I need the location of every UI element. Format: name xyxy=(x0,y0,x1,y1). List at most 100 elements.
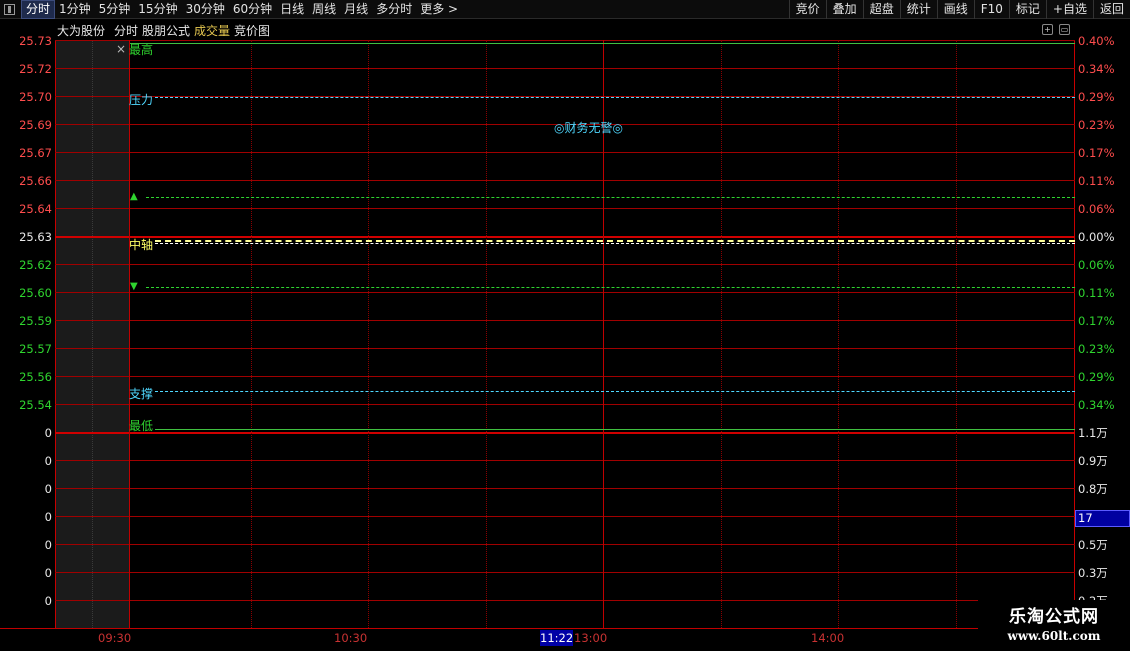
grid-line xyxy=(55,348,1075,349)
grid-line xyxy=(55,152,1075,153)
volume-tick: 0 xyxy=(44,594,52,608)
percent-tick: 0.34% xyxy=(1078,398,1115,412)
window-expand-icon[interactable]: ▭ xyxy=(1059,24,1070,35)
tab-5min[interactable]: 5分钟 xyxy=(95,0,135,19)
tab-15min[interactable]: 15分钟 xyxy=(134,0,181,19)
grid-line xyxy=(55,460,1075,461)
volume-scale-tick: 0.9万 xyxy=(1078,454,1108,468)
draw-line-button[interactable]: 画线 xyxy=(936,0,974,19)
period-toolbar: 分时 1分钟 5分钟 15分钟 30分钟 60分钟 日线 周线 月线 多分时 更… xyxy=(0,0,1130,19)
time-axis: 09:30 10:30 11:22 13:00 14:00 xyxy=(0,628,1130,651)
f10-button[interactable]: F10 xyxy=(973,0,1009,19)
grid-line xyxy=(55,40,1075,41)
time-tick: 13:00 xyxy=(574,631,608,645)
auction-chart-label[interactable]: 竞价图 xyxy=(234,22,270,39)
volume-tick: 0 xyxy=(44,454,52,468)
support-marker: 支撑 xyxy=(129,387,154,401)
grid-line xyxy=(55,516,1075,517)
grid-line xyxy=(55,68,1075,69)
time-tick: 10:30 xyxy=(334,631,368,645)
percent-tick: 0.11% xyxy=(1078,174,1115,188)
price-tick: 25.59 xyxy=(19,314,52,328)
back-button[interactable]: 返回 xyxy=(1092,0,1130,19)
percent-tick: 0.29% xyxy=(1078,370,1115,384)
price-tick: 25.73 xyxy=(19,34,52,48)
grid-line xyxy=(55,488,1075,489)
volume-tick: 0 xyxy=(44,482,52,496)
grid-line xyxy=(55,572,1075,573)
volume-scale-tick: 0.8万 xyxy=(1078,482,1108,496)
price-tick: 25.54 xyxy=(19,398,52,412)
overlay-button[interactable]: 叠加 xyxy=(825,0,863,19)
pane-divider xyxy=(55,432,1075,434)
price-tick: 25.62 xyxy=(19,258,52,272)
mid-axis-marker: 中轴 xyxy=(129,238,154,252)
period-tabs: 分时 1分钟 5分钟 15分钟 30分钟 60分钟 日线 周线 月线 多分时 更… xyxy=(0,0,462,19)
price-tick-base: 25.63 xyxy=(19,230,52,244)
price-tick: 25.56 xyxy=(19,370,52,384)
grid-vline xyxy=(956,40,957,628)
low-marker: 最低 xyxy=(129,419,154,433)
high-marker: 最高 xyxy=(129,43,154,57)
tab-weekly[interactable]: 周线 xyxy=(308,0,340,19)
sidebar-toggle-icon[interactable] xyxy=(4,4,15,15)
grid-vline xyxy=(251,40,252,628)
add-watchlist-button[interactable]: +自选 xyxy=(1045,0,1093,19)
volume-label[interactable]: 成交量 xyxy=(194,22,230,39)
grid-vline xyxy=(486,40,487,628)
lower-band-line xyxy=(146,287,1075,288)
percent-tick: 0.23% xyxy=(1078,342,1115,356)
super-order-button[interactable]: 超盘 xyxy=(862,0,900,19)
low-line xyxy=(155,429,1075,430)
tab-1min[interactable]: 1分钟 xyxy=(55,0,95,19)
auction-button[interactable]: 竞价 xyxy=(788,0,826,19)
percent-tick: 0.17% xyxy=(1078,314,1115,328)
grid-line xyxy=(55,600,1075,601)
percent-tick: 0.17% xyxy=(1078,146,1115,160)
tab-intraday[interactable]: 分时 xyxy=(21,0,56,19)
volume-scale-tick: 0.5万 xyxy=(1078,538,1108,552)
mark-button[interactable]: 标记 xyxy=(1008,0,1046,19)
watermark-url: www.60lt.com xyxy=(1007,629,1101,643)
price-tick: 25.60 xyxy=(19,286,52,300)
time-tick: 09:30 xyxy=(98,631,132,645)
grid-line xyxy=(55,292,1075,293)
tab-30min[interactable]: 30分钟 xyxy=(182,0,229,19)
volume-tick: 0 xyxy=(44,566,52,580)
tab-60min[interactable]: 60分钟 xyxy=(229,0,276,19)
volume-scale-tick: 1.1万 xyxy=(1078,426,1108,440)
financial-alert-text: ◎财务无警◎ xyxy=(554,121,623,135)
grid-line xyxy=(55,404,1075,405)
grid-vline xyxy=(721,40,722,628)
price-tick: 25.70 xyxy=(19,90,52,104)
volume-tick: 0 xyxy=(44,426,52,440)
price-tick: 25.64 xyxy=(19,202,52,216)
price-tick: 25.57 xyxy=(19,342,52,356)
cursor-value-badge: 17 xyxy=(1075,510,1130,527)
grid-line xyxy=(55,208,1075,209)
formula-label[interactable]: 股朋公式 xyxy=(142,22,190,39)
stock-name: 大为股份 xyxy=(57,24,106,38)
tab-more[interactable]: 更多 > xyxy=(416,0,462,19)
percent-tick: 0.34% xyxy=(1078,62,1115,76)
tab-monthly[interactable]: 月线 xyxy=(340,0,372,19)
zero-line xyxy=(55,236,1075,238)
time-tick: 14:00 xyxy=(811,631,845,645)
time-cursor-badge: 11:22 xyxy=(540,630,574,646)
statistics-button[interactable]: 统计 xyxy=(899,0,937,19)
tab-daily[interactable]: 日线 xyxy=(276,0,308,19)
chart-header: 大为股份 分时 股朋公式 成交量 竞价图 + ▭ xyxy=(0,20,1130,40)
auction-divider xyxy=(92,41,93,628)
window-restore-icon[interactable]: + xyxy=(1042,24,1053,35)
close-icon[interactable]: × xyxy=(116,42,126,56)
grid-line xyxy=(55,320,1075,321)
percent-tick: 0.06% xyxy=(1078,202,1115,216)
price-tick: 25.72 xyxy=(19,62,52,76)
percent-tick: 0.23% xyxy=(1078,118,1115,132)
view-mode-label[interactable]: 分时 xyxy=(114,22,138,39)
pressure-marker: 压力 xyxy=(129,93,154,107)
percent-tick: 0.11% xyxy=(1078,286,1115,300)
grid-line xyxy=(55,180,1075,181)
tab-multi-intraday[interactable]: 多分时 xyxy=(372,0,416,19)
percent-tick: 0.40% xyxy=(1078,34,1115,48)
